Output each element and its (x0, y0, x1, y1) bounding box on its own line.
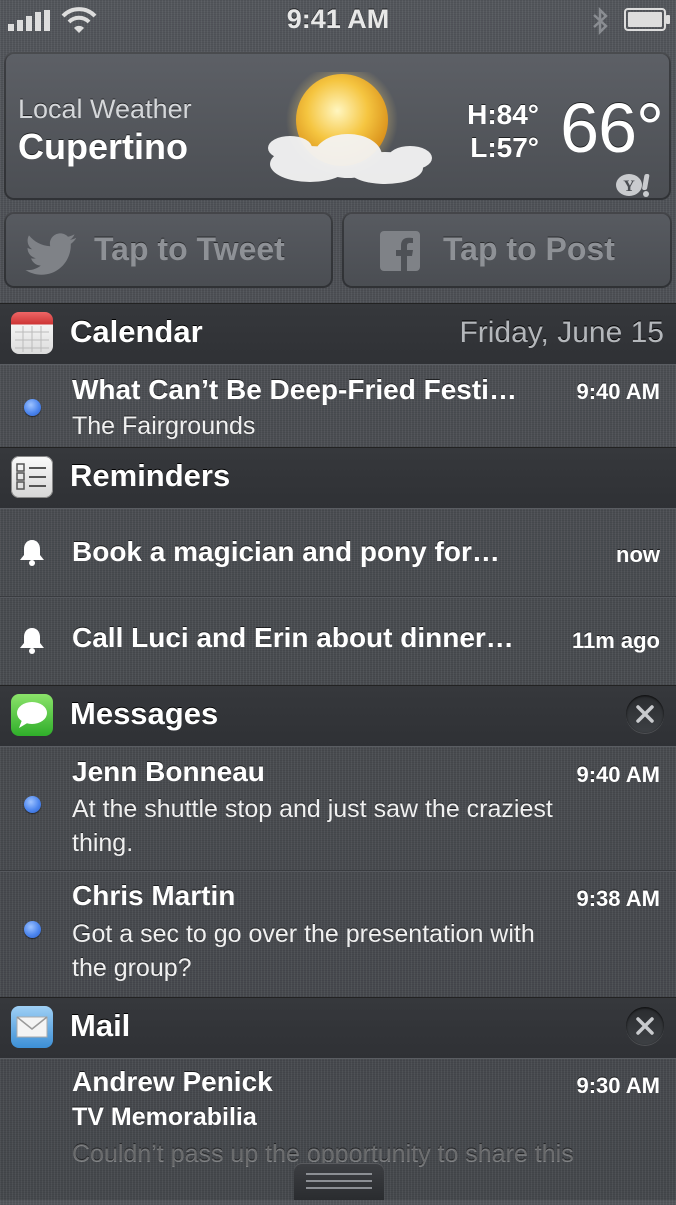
partly-cloudy-icon (268, 72, 432, 184)
bell-icon (20, 540, 44, 566)
message-body-line: At the shuttle stop and just saw the cra… (72, 795, 553, 823)
reminder-time: 11m ago (571, 628, 660, 653)
reminder-title: Call Luci and Erin about dinner… (72, 622, 514, 653)
tweet-label: Tap to Tweet (94, 231, 285, 267)
unread-dot (24, 796, 41, 813)
event-location: The Fairgrounds (72, 412, 256, 440)
weather-city: Cupertino (18, 126, 188, 167)
calendar-icon (11, 312, 53, 354)
mail-time: 9:30 AM (576, 1073, 660, 1098)
grabber-icon (306, 1173, 372, 1189)
reminder-time: now (616, 542, 660, 567)
status-bar: 9:41 AM (0, 0, 676, 40)
drawer-handle[interactable] (294, 1163, 384, 1200)
battery-icon (624, 8, 670, 31)
close-messages-button[interactable] (626, 695, 664, 733)
facebook-icon (380, 231, 420, 271)
post-label: Tap to Post (443, 231, 615, 267)
event-dot (24, 399, 41, 416)
message-body-line: thing. (72, 829, 134, 857)
messages-title: Messages (70, 696, 219, 731)
message-body-line: the group? (72, 954, 192, 982)
calendar-event-row[interactable]: What Can’t Be Deep-Fried Festi… 9:40 AM … (0, 364, 676, 447)
close-icon (636, 705, 654, 723)
mail-subject: TV Memorabilia (72, 1103, 257, 1131)
weather-widget[interactable]: Local Weather Cupertino H:84° L:57° 66° (4, 52, 671, 200)
weather-temperature: 66° (560, 89, 664, 167)
unread-dot (24, 921, 41, 938)
event-title: What Can’t Be Deep-Fried Festi… (72, 374, 517, 405)
weather-high: H:84° (467, 99, 539, 130)
status-time: 9:41 AM (286, 4, 390, 34)
reminder-title: Book a magician and pony for… (72, 536, 500, 567)
message-row[interactable]: Jenn Bonneau 9:40 AM At the shuttle stop… (0, 746, 676, 870)
reminders-title: Reminders (70, 458, 231, 493)
reminder-row[interactable]: Book a magician and pony for… now (0, 508, 676, 596)
message-body-line: Got a sec to go over the presentation wi… (72, 920, 535, 948)
message-row[interactable]: Chris Martin 9:38 AM Got a sec to go ove… (0, 872, 676, 996)
message-time: 9:38 AM (576, 886, 660, 911)
calendar-section-header[interactable]: Calendar Friday, June 15 (0, 303, 676, 365)
bell-icon (20, 628, 44, 654)
close-mail-button[interactable] (626, 1007, 664, 1045)
weather-label: Local Weather (18, 94, 192, 124)
message-time: 9:40 AM (576, 762, 660, 787)
weather-low: L:57° (470, 132, 539, 163)
mail-title: Mail (70, 1008, 131, 1043)
calendar-title: Calendar (70, 314, 203, 349)
message-sender: Jenn Bonneau (72, 756, 265, 787)
reminders-icon (11, 456, 53, 498)
mail-section-header[interactable]: Mail (0, 997, 676, 1059)
message-sender: Chris Martin (72, 880, 236, 911)
event-time: 9:40 AM (576, 379, 660, 404)
close-icon (636, 1017, 654, 1035)
mail-sender: Andrew Penick (72, 1066, 273, 1097)
svg-text:Y: Y (623, 178, 635, 195)
bluetooth-icon (593, 7, 608, 35)
messages-icon (11, 694, 53, 736)
twitter-bird-icon (25, 233, 76, 275)
reminders-section-header[interactable]: Reminders (0, 447, 676, 509)
yahoo-icon[interactable]: Y (615, 172, 655, 203)
tap-to-post-button[interactable]: Tap to Post (342, 212, 672, 288)
tap-to-tweet-button[interactable]: Tap to Tweet (4, 212, 333, 288)
reminder-row[interactable]: Call Luci and Erin about dinner… 11m ago (0, 598, 676, 686)
messages-section-header[interactable]: Messages (0, 685, 676, 747)
mail-icon (11, 1006, 53, 1048)
calendar-date: Friday, June 15 (459, 316, 664, 349)
